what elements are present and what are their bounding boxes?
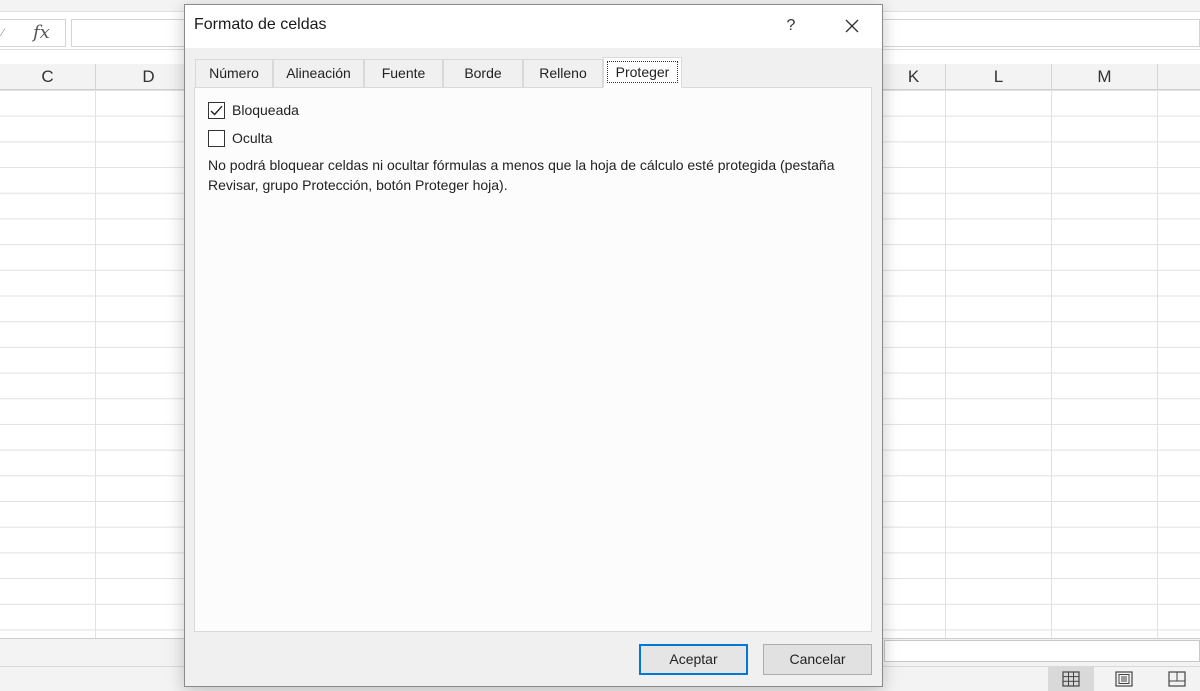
checkmark-icon <box>210 105 223 116</box>
page-layout-view-button[interactable] <box>1101 667 1147 691</box>
normal-view-button[interactable] <box>1048 667 1094 691</box>
column-header-c[interactable]: C <box>0 64 96 90</box>
tab-fuente[interactable]: Fuente <box>364 59 443 87</box>
tab-label: Proteger <box>606 61 679 83</box>
hidden-option[interactable]: Oculta <box>208 128 272 148</box>
fx-icon: fx <box>33 22 50 43</box>
help-button[interactable]: ? <box>768 9 814 43</box>
normal-view-icon <box>1062 671 1080 687</box>
hidden-label: Oculta <box>232 130 273 146</box>
grid-line <box>945 90 946 638</box>
column-header-k[interactable]: K <box>882 64 946 90</box>
hidden-checkbox[interactable] <box>208 129 225 147</box>
horizontal-scrollbar[interactable] <box>884 640 1200 662</box>
grid-line <box>95 90 96 638</box>
column-header-l[interactable]: L <box>946 64 1052 90</box>
format-cells-dialog: Formato de celdas ? Número Alineación Fu… <box>184 4 883 687</box>
close-icon <box>845 19 859 33</box>
locked-label: Bloqueada <box>232 102 299 118</box>
dialog-title: Formato de celdas <box>194 16 327 33</box>
page-break-view-button[interactable] <box>1154 667 1200 691</box>
protection-panel: Bloqueada Oculta No podrá bloquear celda… <box>194 87 872 632</box>
tab-label: Fuente <box>381 65 426 81</box>
locked-checkbox[interactable] <box>208 101 225 119</box>
tab-label: Relleno <box>539 65 587 81</box>
tab-borde[interactable]: Borde <box>443 59 523 87</box>
grid-line <box>1157 90 1158 638</box>
grid-line <box>1051 90 1052 638</box>
column-header-m[interactable]: M <box>1052 64 1158 90</box>
locked-option[interactable]: Bloqueada <box>208 100 299 120</box>
page-layout-icon <box>1115 671 1133 687</box>
dialog-titlebar[interactable]: Formato de celdas ? <box>185 5 882 48</box>
tab-proteger[interactable]: Proteger <box>603 57 682 88</box>
tab-label: Número <box>209 65 259 81</box>
tab-relleno[interactable]: Relleno <box>523 59 603 87</box>
cancel-button[interactable]: Cancelar <box>763 644 872 675</box>
tab-numero[interactable]: Número <box>195 59 273 87</box>
close-button[interactable] <box>829 9 875 43</box>
namebox-separator: ⁄ <box>2 27 4 39</box>
insert-function-button[interactable]: ⁄ fx <box>0 19 66 47</box>
tab-label: Borde <box>464 65 502 81</box>
ok-button[interactable]: Aceptar <box>639 644 748 675</box>
protection-note: No podrá bloquear celdas ni ocultar fórm… <box>208 157 835 193</box>
tab-label: Alineación <box>286 65 351 81</box>
tab-alineacion[interactable]: Alineación <box>273 59 364 87</box>
dialog-tabs: Número Alineación Fuente Borde Relleno P… <box>195 57 875 89</box>
page-break-preview-icon <box>1168 671 1186 687</box>
